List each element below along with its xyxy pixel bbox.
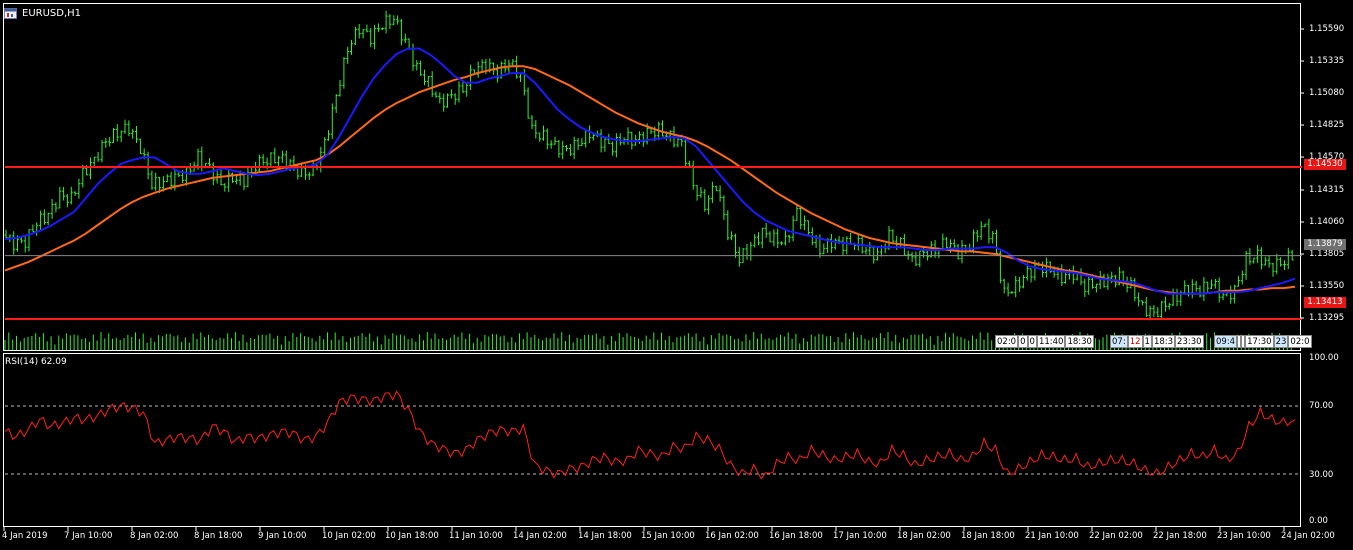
current-price-badge: 1.13879	[1304, 239, 1346, 250]
slow-moving-average-line	[4, 65, 1296, 295]
time-label: 18 Jan 18:00	[961, 531, 1015, 541]
fast-moving-average-line	[4, 47, 1296, 295]
news-event[interactable]: 18:3	[1151, 335, 1176, 348]
rsi-frame	[3, 353, 1301, 527]
time-label: 15 Jan 10:00	[641, 531, 695, 541]
news-event[interactable]: 18:30	[1065, 335, 1094, 348]
moving-averages	[4, 47, 1296, 295]
main-chart-frame	[3, 3, 1301, 351]
time-label: 14 Jan 02:00	[513, 531, 567, 541]
news-event[interactable]: 0	[1027, 335, 1037, 348]
time-label: 14 Jan 18:00	[578, 531, 632, 541]
time-label: 22 Jan 18:00	[1153, 531, 1207, 541]
volume-bars	[4, 332, 1292, 350]
time-label: 7 Jan 10:00	[64, 531, 113, 541]
news-events-group[interactable]: 07: 12 1 18:3 23:30	[1110, 335, 1204, 348]
news-event[interactable]: 02:0	[1288, 335, 1312, 348]
rsi-axis-label: 30.00	[1309, 470, 1334, 480]
price-candles	[4, 10, 1294, 321]
time-label: 18 Jan 02:00	[897, 531, 951, 541]
time-label: 8 Jan 18:00	[194, 531, 243, 541]
rsi-axis-label: 100.00	[1309, 353, 1339, 363]
news-event[interactable]: 02:0	[995, 335, 1019, 348]
price-label: 1.15590	[1309, 24, 1345, 34]
rsi-axis-label: 0.00	[1309, 516, 1328, 526]
news-event[interactable]: 07:	[1110, 335, 1128, 348]
price-label: 1.13550	[1309, 281, 1345, 291]
horizontal-levels[interactable]	[5, 166, 1302, 320]
rsi-label: RSI(14) 62.09	[5, 357, 67, 367]
time-label: 9 Jan 10:00	[258, 531, 307, 541]
rsi-line	[4, 390, 1296, 480]
chart-title-bar: EURUSD,H1	[4, 6, 81, 20]
time-label: 24 Jan 02:00	[1281, 531, 1335, 541]
time-label: 8 Jan 02:00	[130, 531, 179, 541]
news-event[interactable]: 17:30	[1245, 335, 1274, 348]
news-event[interactable]: 12	[1127, 335, 1143, 348]
news-event[interactable]: 23:30	[1175, 335, 1204, 348]
price-label: 1.14825	[1309, 120, 1345, 130]
news-event[interactable]: 09:4	[1214, 335, 1238, 348]
symbol-title: EURUSD,H1	[22, 7, 82, 19]
price-label: 1.13295	[1309, 313, 1345, 323]
chart-canvas[interactable]	[0, 0, 1353, 550]
price-label: 1.15080	[1309, 88, 1345, 98]
price-label: 1.15335	[1309, 56, 1345, 66]
upper-level-price-badge[interactable]: 1.14530	[1304, 159, 1346, 170]
time-label: 23 Jan 10:00	[1217, 531, 1271, 541]
time-label: 4 Jan 2019	[2, 531, 48, 541]
time-label: 17 Jan 10:00	[833, 531, 887, 541]
news-event[interactable]: 1	[1142, 335, 1152, 348]
lower-level-price-badge[interactable]: 1.13413	[1304, 297, 1346, 308]
price-label: 1.14315	[1309, 185, 1345, 195]
price-label: 1.14060	[1309, 217, 1345, 227]
price-label: 1.13805	[1309, 249, 1345, 259]
news-event[interactable]: 23	[1273, 335, 1289, 348]
rsi-indicator	[4, 390, 1300, 480]
time-label: 22 Jan 02:00	[1089, 531, 1143, 541]
news-event[interactable]: 0	[1018, 335, 1028, 348]
time-label: 10 Jan 02:00	[322, 531, 376, 541]
news-event[interactable]: 11:40	[1036, 335, 1066, 348]
chart-window[interactable]: EURUSD,H1 RSI(14) 62.09 1.15590 1.15335 …	[0, 0, 1353, 550]
time-label: 11 Jan 10:00	[449, 531, 503, 541]
rsi-axis-label: 70.00	[1309, 401, 1334, 411]
news-events-group[interactable]: 02:0 0 0 11:40 18:30	[995, 335, 1094, 348]
time-label: 10 Jan 18:00	[385, 531, 439, 541]
news-events-group[interactable]: 09:4 17:30 23 02:0	[1214, 335, 1312, 348]
time-label: 16 Jan 02:00	[705, 531, 759, 541]
time-label: 21 Jan 10:00	[1025, 531, 1079, 541]
time-label: 16 Jan 18:00	[769, 531, 823, 541]
chart-window-icon	[4, 7, 17, 19]
